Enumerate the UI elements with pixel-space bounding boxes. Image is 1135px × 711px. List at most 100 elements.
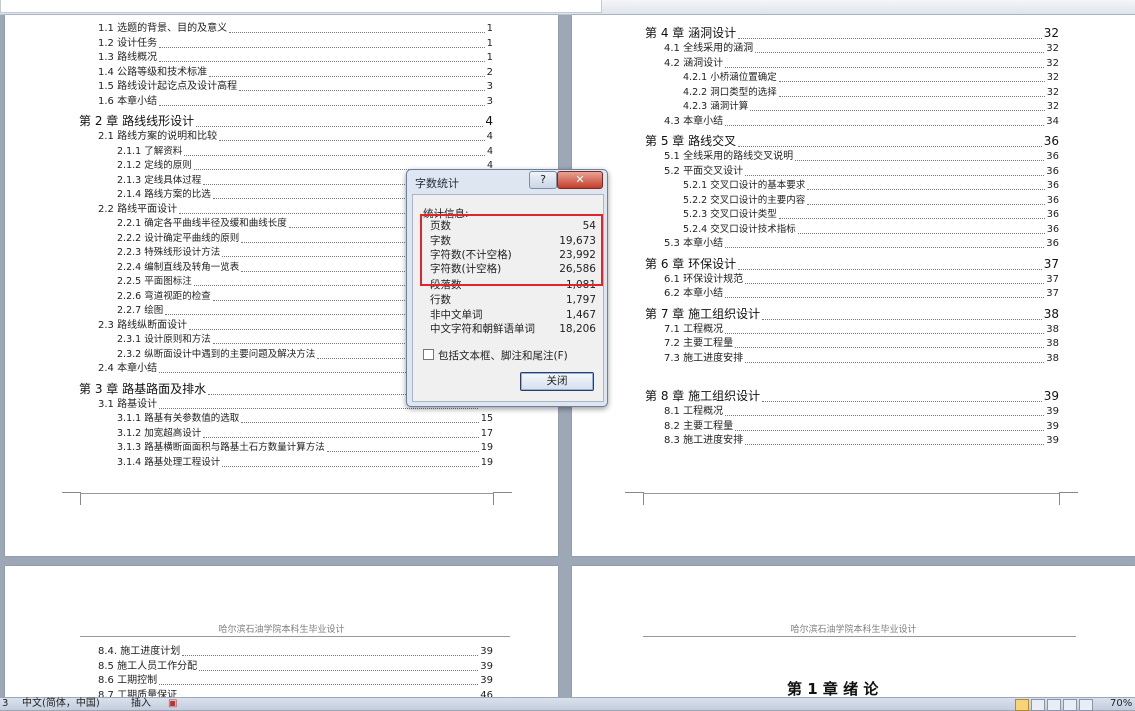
toc-entry[interactable]: 8.4. 施工进度计划 39	[98, 645, 493, 658]
toc-entry[interactable]: 1.4 公路等级和技术标准 2	[98, 66, 493, 79]
toc-entry[interactable]: 8.6 工期控制 39	[98, 674, 493, 687]
toc-entry[interactable]: 7.3 施工进度安排 38	[664, 352, 1059, 365]
toc-entry[interactable]: 8.2 主要工程量 39	[664, 420, 1059, 433]
page-indicator[interactable]: 3	[2, 698, 8, 710]
toc-entry-title: 5.2.3 交叉口设计类型	[683, 209, 777, 220]
toc-entry[interactable]: 8.3 施工进度安排 39	[664, 434, 1059, 447]
toc-page-number: 39	[480, 646, 493, 657]
top-strip	[0, 0, 1135, 15]
toc-entry[interactable]: 8.1 工程概况 39	[664, 405, 1059, 418]
toc-page-number: 36	[1046, 180, 1059, 191]
zoom-level[interactable]: 70%	[1110, 698, 1132, 710]
toc-entry[interactable]: 5.1 全线采用的路线交叉说明 36	[664, 150, 1059, 163]
toc-leader-dots	[738, 146, 1042, 147]
print-layout-view-icon[interactable]	[1015, 699, 1029, 711]
toc-leader-dots	[779, 95, 1045, 97]
help-button[interactable]: ?	[529, 171, 557, 189]
toc-chapter-entry[interactable]: 第 4 章 涵洞设计 32	[645, 25, 1059, 41]
document-page-right-top[interactable]: 第 4 章 涵洞设计 32 4.1 全线采用的涵洞 32 4.2 涵洞设计 32 4.2.1…	[572, 15, 1135, 556]
toc-entry[interactable]: 3.1.2 加宽超高设计 17	[117, 427, 493, 440]
toc-page-number: 36	[1046, 165, 1059, 177]
document-page-right-bottom[interactable]: 哈尔滨石油学院本科生毕业设计 第 1 章 绪 论	[572, 566, 1135, 706]
toc-entry[interactable]: 4.2 涵洞设计 32	[664, 57, 1059, 70]
web-layout-view-icon[interactable]	[1047, 699, 1061, 711]
toc-page-number: 1	[486, 37, 493, 49]
toc-entry[interactable]: 4.3 本章小结 34	[664, 115, 1059, 128]
toc-entry[interactable]: 3.1.3 路基横断面面积与路基土石方数量计算方法 19	[117, 441, 493, 454]
stat-label: 非中文单词	[430, 309, 483, 321]
toc-chapter-entry[interactable]: 第 6 章 环保设计 37	[645, 256, 1059, 272]
include-textbox-checkbox[interactable]: 包括文本框、脚注和尾注(F)	[423, 348, 568, 363]
toc-entry[interactable]: 2.1 路线方案的说明和比较 4	[98, 130, 493, 143]
toc-entry-title: 1.6 本章小结	[98, 95, 158, 107]
close-button[interactable]: 关闭	[520, 372, 594, 391]
toc-entry-title: 1.5 路线设计起讫点及设计高程	[98, 81, 238, 92]
toc-leader-dots	[725, 415, 1044, 416]
toc-entry-title: 3.1.4 路基处理工程设计	[117, 456, 221, 468]
toc-page-number: 32	[1046, 101, 1059, 112]
toc-leader-dots	[745, 174, 1044, 176]
toc-page-number: 39	[1043, 389, 1059, 403]
toc-entry[interactable]: 4.2.3 涵洞计算 32	[683, 100, 1059, 113]
toc-entry-title: 2.2.7 绘图	[117, 305, 164, 316]
toc-entry[interactable]: 1.5 路线设计起讫点及设计高程 3	[98, 80, 493, 93]
toc-entry[interactable]: 6.2 本章小结 37	[664, 287, 1059, 300]
language-indicator[interactable]: 中文(简体，中国)	[22, 698, 100, 710]
toc-entry-title: 4.3 本章小结	[664, 115, 724, 127]
toc-entry[interactable]: 1.2 设计任务 1	[98, 37, 493, 50]
toc-leader-dots	[745, 282, 1044, 284]
toc-leader-dots	[203, 436, 479, 438]
toc-entry[interactable]: 4.2.1 小桥涵位置确定 32	[683, 71, 1059, 84]
draft-view-icon[interactable]	[1079, 699, 1093, 711]
toc-page-number: 1	[486, 23, 493, 34]
toc-entry[interactable]: 1.6 本章小结 3	[98, 95, 493, 108]
toc-entry[interactable]: 1.1 选题的背景、目的及意义 1	[98, 22, 493, 35]
toc-entry[interactable]: 8.5 施工人员工作分配 39	[98, 660, 493, 673]
insert-mode-indicator[interactable]: 插入	[131, 698, 151, 710]
macro-icon[interactable]: ▣	[168, 698, 177, 710]
toc-entry[interactable]: 5.2.4 交叉口设计技术指标 36	[683, 223, 1059, 236]
toc-entry[interactable]: 5.2.3 交叉口设计类型 36	[683, 208, 1059, 221]
toc-page-number: 38	[1043, 306, 1059, 321]
word-count-dialog[interactable]: 字数统计 ? ✕ 统计信息: 页数 54 字数 19,673 字符数(不计空格) 23,9…	[406, 169, 608, 407]
document-page-left-bottom[interactable]: 哈尔滨石油学院本科生毕业设计 8.4. 施工进度计划 39 8.5 施工人员工作分配…	[5, 566, 558, 706]
title-field	[0, 0, 602, 13]
toc-page-number: 32	[1046, 57, 1059, 69]
toc-entry[interactable]: 4.2.2 洞口类型的选择 32	[683, 86, 1059, 99]
toc-leader-dots	[745, 444, 1044, 445]
toc-entry[interactable]: 2.1.1 了解资料 4	[117, 145, 493, 158]
stat-label: 中文字符和朝鲜语单词	[430, 323, 535, 335]
checkbox-box[interactable]	[423, 349, 434, 360]
outline-view-icon[interactable]	[1063, 699, 1077, 711]
toc-chapter-entry[interactable]: 第 5 章 路线交叉 36	[645, 133, 1059, 149]
toc-entry-title: 2.2.6 弯道视距的检查	[117, 290, 211, 302]
toc-entry[interactable]: 3.1.1 路基有关参数值的选取 15	[117, 412, 493, 425]
toc-chapter-entry[interactable]: 第 7 章 施工组织设计 38	[645, 306, 1059, 322]
toc-entry-title: 2.2.5 平面图标注	[117, 276, 192, 287]
toc-entry[interactable]: 5.2 平面交叉设计 36	[664, 165, 1059, 178]
full-screen-view-icon[interactable]	[1031, 699, 1045, 711]
toc-entry[interactable]: 7.2 主要工程量 38	[664, 337, 1059, 350]
toc-entry[interactable]: 4.1 全线采用的涵洞 32	[664, 42, 1059, 55]
toc-entry[interactable]: 7.1 工程概况 38	[664, 323, 1059, 336]
page-header: 哈尔滨石油学院本科生毕业设计	[790, 625, 917, 635]
toc-entry-title: 5.2.2 交叉口设计的主要内容	[683, 194, 806, 206]
toc-entry[interactable]: 5.2.1 交叉口设计的基本要求 36	[683, 179, 1059, 192]
toc-entry[interactable]: 6.1 环保设计规范 37	[664, 273, 1059, 286]
toc-entry-title: 7.2 主要工程量	[664, 338, 734, 349]
toc-entry[interactable]: 5.2.2 交叉口设计的主要内容 36	[683, 194, 1059, 207]
toc-entry-title: 3.1.3 路基横断面面积与路基土石方数量计算方法	[117, 442, 325, 453]
toc-entry[interactable]: 3.1.4 路基处理工程设计 19	[117, 456, 493, 469]
toc-chapter-entry[interactable]: 第 2 章 路线线形设计 4	[79, 113, 493, 129]
margin-corner-mark	[62, 492, 81, 505]
toc-leader-dots	[750, 110, 1045, 111]
toc-leader-dots	[241, 422, 479, 423]
close-x-button[interactable]: ✕	[557, 171, 603, 189]
page-header: 哈尔滨石油学院本科生毕业设计	[218, 625, 345, 635]
toc-entry[interactable]: 5.3 本章小结 36	[664, 237, 1059, 250]
toc-page-number: 38	[1046, 352, 1059, 364]
toc-chapter-entry[interactable]: 第 8 章 施工组织设计 39	[645, 388, 1059, 404]
toc-entry-title: 第 6 章 环保设计	[645, 256, 737, 271]
toc-entry[interactable]: 1.3 路线概况 1	[98, 51, 493, 64]
toc-entry-title: 1.4 公路等级和技术标准	[98, 66, 208, 78]
